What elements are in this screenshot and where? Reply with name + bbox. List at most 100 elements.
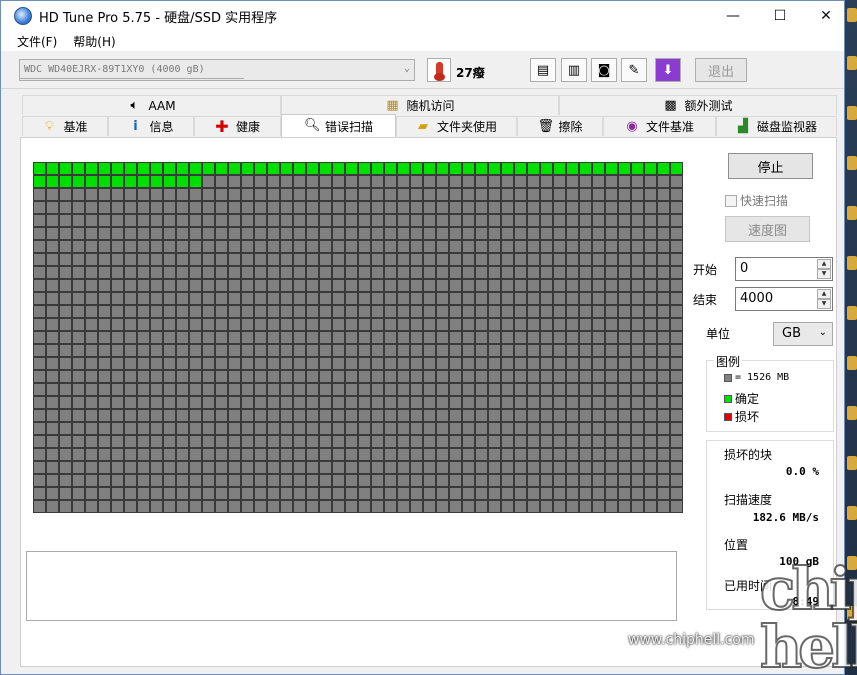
maximize-button[interactable]: ☐ — [757, 1, 803, 31]
scan-block — [527, 318, 540, 331]
tab-health[interactable]: ✚ 健康 — [194, 116, 281, 136]
scan-block — [215, 474, 228, 487]
scan-block — [202, 253, 215, 266]
scan-block — [670, 201, 683, 214]
start-spinner[interactable]: ▲ ▼ — [817, 259, 831, 279]
drive-select[interactable]: WDC WD40EJRX-89T1XY0 (4000 gB) ⌄ — [19, 59, 415, 81]
copy-text-icon[interactable]: ▤ — [530, 58, 556, 82]
scan-block — [254, 331, 267, 344]
scan-block — [540, 188, 553, 201]
scan-block — [33, 383, 46, 396]
scan-block — [657, 188, 670, 201]
scan-block — [384, 292, 397, 305]
scan-block — [215, 500, 228, 513]
scan-block — [462, 474, 475, 487]
scan-block — [579, 162, 592, 175]
scan-block — [579, 396, 592, 409]
scan-block — [527, 292, 540, 305]
scan-block — [85, 461, 98, 474]
tab-label: 基准 — [63, 120, 88, 134]
scan-block — [163, 331, 176, 344]
log-area[interactable] — [26, 551, 677, 621]
copy-screen-icon[interactable]: ▥ — [561, 58, 587, 82]
scan-block — [384, 201, 397, 214]
scan-block — [644, 461, 657, 474]
tab-info[interactable]: i 信息 — [108, 116, 194, 136]
menu-help[interactable]: 帮助(H) — [65, 33, 123, 50]
scan-block — [254, 383, 267, 396]
scan-block — [566, 344, 579, 357]
scan-block — [501, 448, 514, 461]
scan-block — [657, 370, 670, 383]
scan-block — [657, 487, 670, 500]
desktop-icon — [847, 356, 857, 370]
tab-disk-monitor[interactable]: ▟ 磁盘监视器 — [716, 116, 837, 136]
scan-block — [566, 305, 579, 318]
scan-block — [267, 162, 280, 175]
scan-block — [33, 331, 46, 344]
scan-block — [553, 370, 566, 383]
scan-block — [189, 214, 202, 227]
scan-block — [514, 344, 527, 357]
start-input[interactable]: 0 ▲ ▼ — [735, 257, 833, 281]
scan-block — [657, 227, 670, 240]
scan-block — [449, 357, 462, 370]
scan-block — [293, 422, 306, 435]
scan-block — [605, 253, 618, 266]
scan-block — [592, 396, 605, 409]
scan-block — [423, 422, 436, 435]
scan-block — [228, 370, 241, 383]
end-input[interactable]: 4000 ▲ ▼ — [735, 287, 833, 311]
options-icon[interactable]: ✎ — [621, 58, 647, 82]
unit-select[interactable]: GB ⌄ — [773, 322, 833, 346]
save-icon[interactable]: ⬇ — [655, 58, 681, 82]
scan-block — [514, 396, 527, 409]
desktop-icon — [847, 506, 857, 520]
scan-block — [436, 474, 449, 487]
speed-graph-button[interactable]: 速度图 — [725, 216, 810, 242]
scan-block — [59, 331, 72, 344]
scan-block — [592, 422, 605, 435]
end-spinner[interactable]: ▲ ▼ — [817, 289, 831, 309]
scan-block — [514, 357, 527, 370]
scan-block — [163, 448, 176, 461]
tab-error-scan[interactable]: 🔍︎ 错误扫描 — [281, 114, 396, 137]
scan-block — [33, 461, 46, 474]
exit-button[interactable]: 退出 — [695, 58, 747, 82]
menu-file[interactable]: 文件(F) — [9, 33, 65, 50]
tab-extra-tests[interactable]: ▩ 额外测试 — [559, 95, 837, 115]
camera-icon[interactable]: ◙ — [591, 58, 617, 82]
minimize-button[interactable]: — — [710, 1, 756, 31]
scan-block — [592, 500, 605, 513]
scan-block — [176, 240, 189, 253]
scan-block — [293, 188, 306, 201]
scan-block — [280, 292, 293, 305]
tab-folder-usage[interactable]: ▰ 文件夹使用 — [396, 116, 517, 136]
quick-scan-checkbox[interactable]: 快速扫描 — [725, 192, 788, 209]
tab-aam[interactable]: 🔈︎ AAM — [22, 95, 281, 115]
scan-block — [189, 227, 202, 240]
scan-block — [215, 266, 228, 279]
tab-benchmark[interactable]: 💡︎ 基准 — [22, 116, 108, 136]
tab-erase[interactable]: 🗑︎ 擦除 — [517, 116, 603, 136]
stop-button[interactable]: 停止 — [728, 153, 813, 179]
close-button[interactable]: ✕ — [803, 1, 849, 31]
scan-block — [189, 292, 202, 305]
scan-block — [332, 370, 345, 383]
scan-block — [670, 266, 683, 279]
scan-block — [436, 487, 449, 500]
scan-block — [163, 461, 176, 474]
title-bar[interactable]: HD Tune Pro 5.75 - 硬盘/SSD 实用程序 — ☐ ✕ — [1, 1, 844, 31]
scan-block — [670, 292, 683, 305]
scan-block — [358, 201, 371, 214]
scan-block — [267, 240, 280, 253]
chevron-down-icon: ⌄ — [818, 327, 827, 338]
legend-ok: 确定 — [724, 390, 759, 407]
scan-block — [59, 435, 72, 448]
tab-random-access[interactable]: ▦ 随机访问 — [281, 95, 559, 115]
menu-bar: 文件(F) 帮助(H) — [1, 31, 844, 51]
scan-block — [267, 227, 280, 240]
tab-file-benchmark[interactable]: ◉ 文件基准 — [603, 116, 716, 136]
scan-block — [501, 357, 514, 370]
scan-block — [592, 266, 605, 279]
